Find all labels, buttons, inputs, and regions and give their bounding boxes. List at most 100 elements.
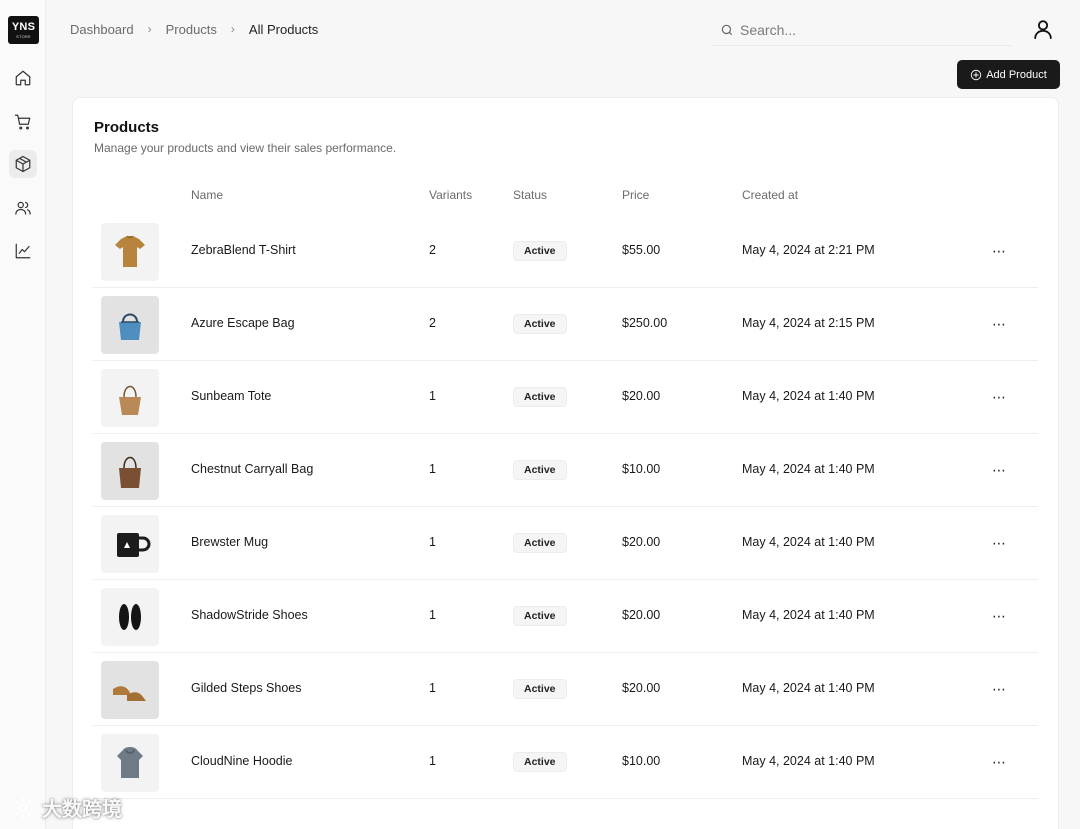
more-actions-icon[interactable]: ⋯: [989, 314, 1009, 334]
table-row[interactable]: Sunbeam Tote 1 Active $20.00 May 4, 2024…: [93, 361, 1038, 434]
search-input[interactable]: [740, 21, 990, 38]
product-name[interactable]: ZebraBlend T-Shirt: [191, 243, 296, 257]
product-name[interactable]: Chestnut Carryall Bag: [191, 462, 313, 476]
product-name[interactable]: CloudNine Hoodie: [191, 754, 292, 768]
product-image: [101, 369, 159, 427]
column-header-name[interactable]: Name: [191, 188, 223, 202]
watermark-text: 大数跨境: [42, 799, 122, 821]
user-icon: [1034, 20, 1052, 40]
product-image: [101, 661, 159, 719]
brown-bag-image: [119, 456, 141, 488]
status-badge: Active: [513, 387, 567, 407]
sidebar-item-analytics[interactable]: [9, 237, 37, 265]
cart-icon: [14, 114, 31, 130]
product-created-at: May 4, 2024 at 1:40 PM: [742, 608, 875, 622]
table-row[interactable]: Brewster Mug 1 Active $20.00 May 4, 2024…: [93, 507, 1038, 580]
table-header: Name Variants Status Price Created at: [73, 188, 1060, 208]
breadcrumb-dashboard[interactable]: Dashboard: [70, 22, 134, 37]
card-description: Manage your products and view their sale…: [94, 141, 397, 155]
product-name[interactable]: Sunbeam Tote: [191, 389, 271, 403]
product-image: [101, 223, 159, 281]
plus-circle-icon: [971, 69, 982, 80]
product-created-at: May 4, 2024 at 1:40 PM: [742, 535, 875, 549]
product-variants: 2: [429, 243, 436, 257]
chevron-right-icon: ›: [230, 22, 235, 36]
column-header-price[interactable]: Price: [622, 188, 649, 202]
product-image: [101, 734, 159, 792]
sidebar-item-orders[interactable]: [9, 108, 37, 136]
product-image: [101, 588, 159, 646]
card-title: Products: [94, 119, 160, 136]
more-actions-icon[interactable]: ⋯: [989, 606, 1009, 626]
status-badge: Active: [513, 679, 567, 699]
column-header-variants[interactable]: Variants: [429, 188, 472, 202]
product-created-at: May 4, 2024 at 2:15 PM: [742, 316, 875, 330]
product-variants: 1: [429, 608, 436, 622]
table-row[interactable]: CloudNine Hoodie 1 Active $10.00 May 4, …: [93, 726, 1038, 799]
breadcrumb-products[interactable]: Products: [166, 22, 217, 37]
product-price: $20.00: [622, 608, 661, 622]
table-row[interactable]: Chestnut Carryall Bag 1 Active $10.00 Ma…: [93, 434, 1038, 507]
product-price: $250.00: [622, 316, 668, 330]
table-row[interactable]: Gilded Steps Shoes 1 Active $20.00 May 4…: [93, 653, 1038, 726]
product-price: $55.00: [622, 243, 661, 257]
settings-icon: [12, 797, 34, 818]
product-price: $20.00: [622, 681, 661, 695]
product-image: [101, 442, 159, 500]
product-price: $20.00: [622, 535, 661, 549]
add-product-button[interactable]: Add Product: [957, 60, 1060, 89]
more-actions-icon[interactable]: ⋯: [989, 387, 1009, 407]
more-actions-icon[interactable]: ⋯: [989, 679, 1009, 699]
logo-subtext: STORE: [16, 34, 31, 39]
mug-image: [117, 533, 151, 557]
product-price: $20.00: [622, 389, 661, 403]
breadcrumb: Dashboard › Products › All Products: [70, 20, 318, 38]
product-variants: 2: [429, 316, 436, 330]
status-badge: Active: [513, 314, 567, 334]
product-image: [101, 515, 159, 573]
table-row[interactable]: Azure Escape Bag 2 Active $250.00 May 4,…: [93, 288, 1038, 361]
sidebar-item-products[interactable]: [9, 150, 37, 178]
column-header-created-at[interactable]: Created at: [742, 188, 798, 202]
watermark: 大数跨境: [10, 793, 122, 822]
product-variants: 1: [429, 535, 436, 549]
more-actions-icon[interactable]: ⋯: [989, 241, 1009, 261]
users-icon: [15, 201, 31, 215]
column-header-status[interactable]: Status: [513, 188, 547, 202]
product-name[interactable]: Brewster Mug: [191, 535, 268, 549]
more-actions-icon[interactable]: ⋯: [989, 752, 1009, 772]
blue-bag-image: [119, 313, 141, 340]
sidebar-item-home[interactable]: [9, 64, 37, 92]
sidebar-item-customers[interactable]: [9, 194, 37, 222]
account-button[interactable]: [1030, 16, 1056, 42]
store-logo[interactable]: YNS STORE: [8, 16, 39, 44]
status-badge: Active: [513, 241, 567, 261]
product-created-at: May 4, 2024 at 2:21 PM: [742, 243, 875, 257]
chevron-right-icon: ›: [147, 22, 152, 36]
tote-image: [119, 385, 141, 415]
product-created-at: May 4, 2024 at 1:40 PM: [742, 681, 875, 695]
product-variants: 1: [429, 681, 436, 695]
product-name[interactable]: Gilded Steps Shoes: [191, 681, 302, 695]
table-row[interactable]: ShadowStride Shoes 1 Active $20.00 May 4…: [93, 580, 1038, 653]
product-price: $10.00: [622, 754, 661, 768]
search-bar: [712, 14, 1012, 46]
breadcrumb-all-products: All Products: [248, 21, 319, 37]
product-variants: 1: [429, 462, 436, 476]
black-shoes-image: [119, 604, 141, 630]
status-badge: Active: [513, 533, 567, 553]
status-badge: Active: [513, 752, 567, 772]
products-card: Products Manage your products and view t…: [72, 97, 1059, 829]
tshirt-image: [115, 235, 145, 267]
product-variants: 1: [429, 754, 436, 768]
table-row[interactable]: ZebraBlend T-Shirt 2 Active $55.00 May 4…: [93, 215, 1038, 288]
more-actions-icon[interactable]: ⋯: [989, 533, 1009, 553]
search-icon: [721, 24, 733, 35]
product-name[interactable]: ShadowStride Shoes: [191, 608, 308, 622]
sidebar: YNS STORE: [0, 0, 46, 829]
home-icon: [15, 70, 31, 86]
line-chart-icon: [15, 243, 31, 259]
more-actions-icon[interactable]: ⋯: [989, 460, 1009, 480]
product-price: $10.00: [622, 462, 661, 476]
product-name[interactable]: Azure Escape Bag: [191, 316, 295, 330]
